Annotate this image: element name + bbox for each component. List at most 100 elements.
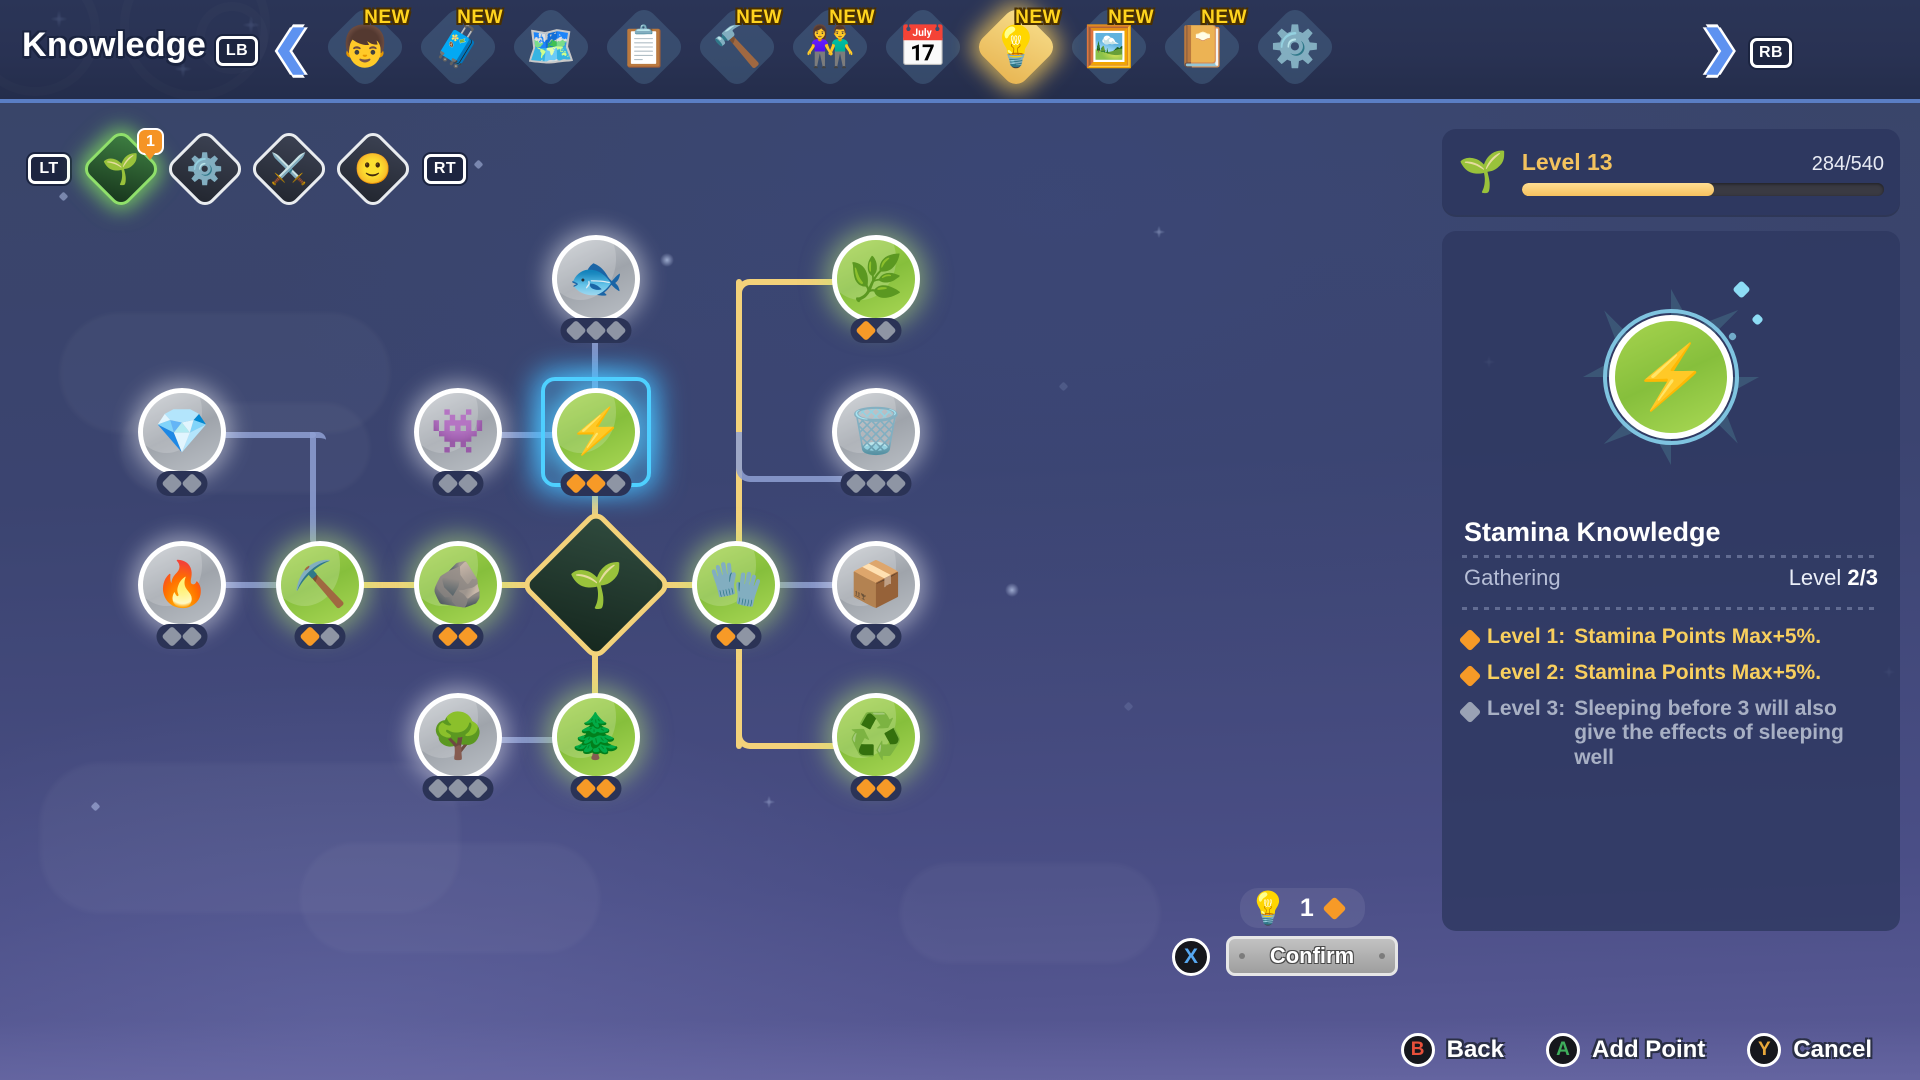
node-pip <box>595 777 617 800</box>
tree-node-glove-handling[interactable]: 🧤 <box>692 541 780 649</box>
node-pip <box>845 472 867 495</box>
tree-node-gathering-core[interactable]: 🌱 <box>519 508 673 662</box>
quests-icon: 📋 <box>619 25 669 69</box>
skill-effects-list: Level 1: Stamina Points Max+5%. Level 2: St… <box>1458 625 1882 782</box>
category-gathering[interactable]: 🌱 1 <box>79 127 164 211</box>
nav-tab-list: 👦 NEW 🧳 NEW 🗺️ 📋 🔨 NEW 👫 NEW 📅 💡 NEW 🖼️ NEW 📔 NEW ⚙️ <box>322 4 1338 97</box>
tree-node-monster-lore[interactable]: 👾 <box>414 388 502 496</box>
tree-node-stamina[interactable]: ⚡ <box>541 377 651 496</box>
tree-node-plant-growth[interactable]: 🌿 <box>832 235 920 343</box>
node-pip <box>605 319 627 342</box>
plant-growth-icon: 🌿 <box>848 254 904 303</box>
node-ring: 🐟 <box>552 235 640 323</box>
nav-tab-crafting[interactable]: 🔨 NEW <box>694 4 782 97</box>
nav-tab-bag[interactable]: 🧳 NEW <box>415 4 503 97</box>
skill-tree: 🐟 🌿 💎 👾 ⚡ 🗑️ 🔥 ⛏️ 🪨 🌱 🧤 📦 🌳 🌲 ♻️ <box>0 103 1430 1080</box>
node-pips <box>156 624 208 649</box>
level-label: Level 13 <box>1521 148 1613 175</box>
nav-tab-map[interactable]: 🗺️ <box>508 4 594 97</box>
level-card: 🌱 Level 13 284/540 <box>1442 129 1900 215</box>
node-pip <box>437 625 459 648</box>
footer-action-label: Add Point <box>1591 1036 1706 1063</box>
crafting-icon: ⚙️ <box>186 152 224 186</box>
tree-link-elbow <box>736 279 842 339</box>
tree-node-chest-loot[interactable]: 📦 <box>832 541 920 649</box>
tree-link <box>736 279 742 749</box>
tree-node-recycling[interactable]: ♻️ <box>832 693 920 801</box>
nav-tab-settings[interactable]: ⚙️ <box>1252 4 1338 97</box>
nav-tab-photos[interactable]: 🖼️ NEW <box>1066 4 1154 97</box>
node-ring: 🪨 <box>414 541 502 629</box>
node-pips <box>850 776 902 801</box>
left-bumper-hint[interactable]: LB <box>216 36 258 66</box>
right-trigger-hint[interactable]: RT <box>424 154 466 184</box>
nav-tab-journal[interactable]: 📔 NEW <box>1159 4 1247 97</box>
map-icon: 🗺️ <box>526 25 576 69</box>
node-pip <box>457 472 479 495</box>
node-pip <box>585 319 607 342</box>
sparkle-icon <box>1751 313 1764 326</box>
tree-node-fire-mastery[interactable]: 🔥 <box>138 541 226 649</box>
confirm-key-hint[interactable]: X <box>1172 938 1210 976</box>
sparkle-icon <box>1727 331 1738 342</box>
gamepad-key-icon: B <box>1400 1033 1435 1067</box>
nav-tab-character[interactable]: 👦 NEW <box>322 4 410 97</box>
prev-tab-icon[interactable]: ❮ <box>272 24 311 70</box>
category-social[interactable]: 🙂 <box>331 127 415 211</box>
emblem-icon: ⚡ <box>1609 315 1733 439</box>
node-pip <box>855 625 877 648</box>
tree-node-mining-boost[interactable]: ⛏️ <box>276 541 364 649</box>
tree-node-night-fishing[interactable]: 🐟 <box>552 235 640 343</box>
node-ring: 🌳 <box>414 693 502 781</box>
tree-link-elbow <box>736 432 842 482</box>
confirm-button[interactable]: Confirm <box>1226 936 1398 976</box>
footer-action-back[interactable]: B Back <box>1400 1033 1504 1067</box>
node-pip <box>181 472 203 495</box>
effect-description: Stamina Points Max+5%. <box>1574 660 1822 684</box>
effect-level-label: Level 3: <box>1487 696 1566 720</box>
xp-bar-fill <box>1521 182 1714 196</box>
tree-node-tree-king[interactable]: 🌳 <box>414 693 502 801</box>
node-pip <box>585 472 607 495</box>
skill-meta-row: Gathering Level 2/3 <box>1464 565 1878 591</box>
tree-node-ore-yield[interactable]: 🪨 <box>414 541 502 649</box>
point-diamond-icon <box>1322 895 1347 921</box>
nav-tab-quests[interactable]: 📋 <box>601 4 687 97</box>
node-ring: 🗑️ <box>832 388 920 476</box>
node-ring: ♻️ <box>832 693 920 781</box>
chest-loot-icon: 📦 <box>848 560 904 609</box>
next-tab-icon[interactable]: ❯ <box>1700 24 1739 70</box>
page-title: Knowledge <box>22 26 207 64</box>
settings-icon: ⚙️ <box>1270 25 1320 69</box>
node-pips <box>850 624 902 649</box>
tree-link-elbow <box>736 689 842 749</box>
node-ring: 🌲 <box>552 693 640 781</box>
node-pip <box>715 625 737 648</box>
node-pip <box>447 777 469 800</box>
node-ring: 👾 <box>414 388 502 476</box>
tree-node-gem-finding[interactable]: 💎 <box>138 388 226 496</box>
node-pip <box>319 625 341 648</box>
footer-action-bar: B Back A Add Point Y Cancel <box>0 1020 1920 1080</box>
left-trigger-hint[interactable]: LT <box>28 154 70 184</box>
social-icon: 🙂 <box>354 152 392 186</box>
node-pips <box>840 471 912 496</box>
node-pips <box>570 776 622 801</box>
category-list: 🌱 1 ⚙️ ⚔️ 🙂 <box>79 127 415 211</box>
right-bumper-hint[interactable]: RB <box>1750 38 1793 68</box>
nav-tab-knowledge[interactable]: 💡 NEW <box>973 4 1061 97</box>
tree-node-tree-growth[interactable]: 🌲 <box>552 693 640 801</box>
nav-tab-relationships[interactable]: 👫 NEW <box>787 4 875 97</box>
effect-level-label: Level 1: <box>1487 625 1566 648</box>
category-combat[interactable]: ⚔️ <box>247 127 331 211</box>
node-pip <box>565 472 587 495</box>
node-ring: ⚡ <box>552 388 640 476</box>
tree-node-trash-recycling[interactable]: 🗑️ <box>832 388 920 496</box>
node-pips <box>850 318 902 343</box>
category-crafting[interactable]: ⚙️ <box>163 127 247 211</box>
node-ring: 💎 <box>138 388 226 476</box>
nav-tab-calendar[interactable]: 📅 <box>880 4 966 97</box>
bulb-icon: 💡 <box>1248 890 1288 926</box>
footer-action-add-point[interactable]: A Add Point <box>1545 1033 1706 1067</box>
footer-action-cancel[interactable]: Y Cancel <box>1747 1033 1872 1067</box>
